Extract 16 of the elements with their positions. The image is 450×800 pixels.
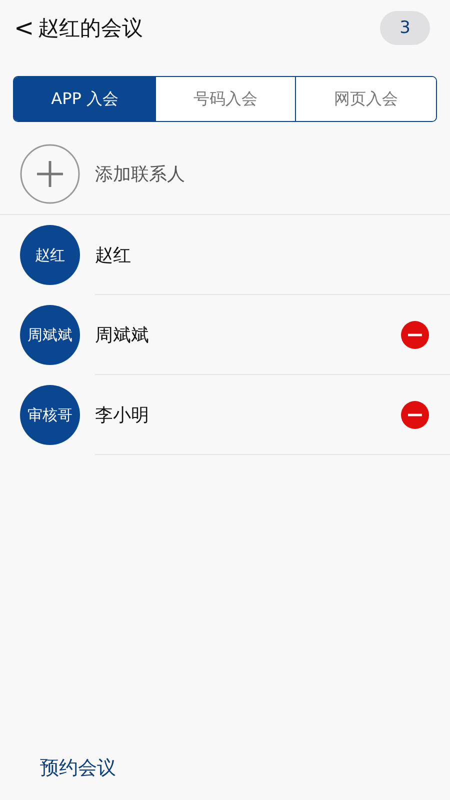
page-title: 赵红的会议 [38,15,144,42]
add-contact-label[interactable]: 添加联系人 [95,162,185,186]
add-icon[interactable] [20,144,80,204]
member-name: 周斌斌 [95,324,150,346]
member-name: 赵红 [95,244,132,266]
remove-icon[interactable] [401,400,429,428]
join-tab[interactable]: APP 入会 [14,77,155,121]
remove-icon[interactable] [401,320,429,348]
participant-count: 3 [380,11,430,45]
schedule-meeting-link[interactable]: 预约会议 [40,755,116,781]
join-tab[interactable]: 网页入会 [295,77,436,121]
avatar: 周斌斌 [20,305,80,365]
member-name: 李小明 [95,404,150,426]
back-button[interactable]: < [14,16,34,40]
avatar: 赵红 [20,225,80,285]
avatar: 审核哥 [20,385,80,445]
